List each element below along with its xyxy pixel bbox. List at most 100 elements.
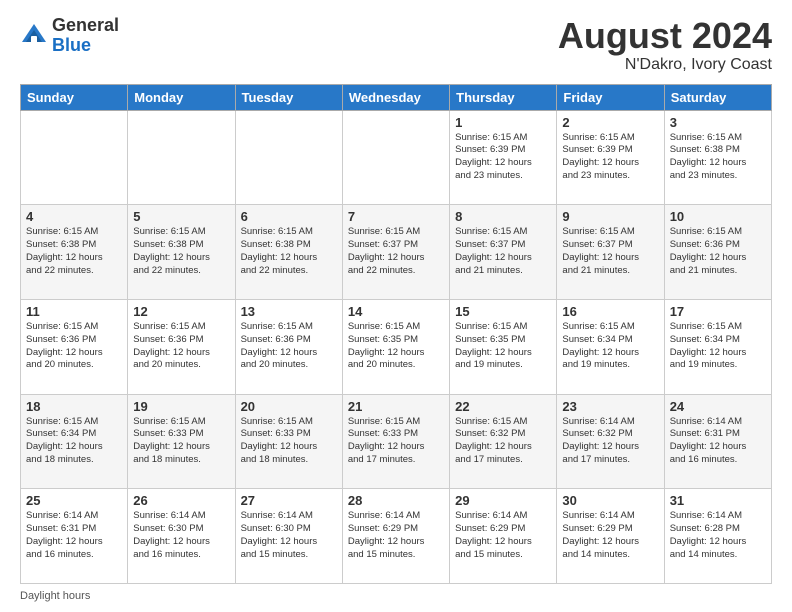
day-number: 27 (241, 493, 337, 508)
day-number: 11 (26, 304, 122, 319)
calendar-cell: 13Sunrise: 6:15 AM Sunset: 6:36 PM Dayli… (235, 299, 342, 394)
col-thursday: Thursday (450, 84, 557, 110)
day-number: 7 (348, 209, 444, 224)
location: N'Dakro, Ivory Coast (558, 56, 772, 74)
header: General Blue August 2024 N'Dakro, Ivory … (20, 16, 772, 74)
day-number: 13 (241, 304, 337, 319)
day-number: 6 (241, 209, 337, 224)
day-detail: Sunrise: 6:15 AM Sunset: 6:38 PM Dayligh… (26, 226, 122, 277)
footer: Daylight hours (20, 590, 772, 602)
day-detail: Sunrise: 6:15 AM Sunset: 6:38 PM Dayligh… (670, 132, 766, 183)
calendar-cell: 18Sunrise: 6:15 AM Sunset: 6:34 PM Dayli… (21, 394, 128, 489)
logo: General Blue (20, 16, 119, 56)
day-detail: Sunrise: 6:15 AM Sunset: 6:34 PM Dayligh… (670, 321, 766, 372)
day-number: 15 (455, 304, 551, 319)
calendar-cell: 20Sunrise: 6:15 AM Sunset: 6:33 PM Dayli… (235, 394, 342, 489)
day-detail: Sunrise: 6:15 AM Sunset: 6:39 PM Dayligh… (455, 132, 551, 183)
day-number: 9 (562, 209, 658, 224)
day-detail: Sunrise: 6:15 AM Sunset: 6:33 PM Dayligh… (348, 416, 444, 467)
calendar-cell: 30 Sunrise: 6:14 AM Sunset: 6:29 PM Dayli… (557, 489, 664, 584)
day-number: 31 (670, 493, 766, 508)
calendar-cell: 10 Sunrise: 6:15 AM Sunset: 6:36 PM Dayli… (664, 205, 771, 300)
calendar-cell: 7 Sunrise: 6:15 AM Sunset: 6:37 PM Daylig… (342, 205, 449, 300)
calendar-cell: 9 Sunrise: 6:15 AM Sunset: 6:37 PM Daylig… (557, 205, 664, 300)
calendar-cell: 2 Sunrise: 6:15 AM Sunset: 6:39 PM Daylig… (557, 110, 664, 205)
page: General Blue August 2024 N'Dakro, Ivory … (0, 0, 792, 612)
day-detail: Sunrise: 6:15 AM Sunset: 6:38 PM Dayligh… (133, 226, 229, 277)
calendar-cell: 6 Sunrise: 6:15 AM Sunset: 6:38 PM Daylig… (235, 205, 342, 300)
col-saturday: Saturday (664, 84, 771, 110)
col-wednesday: Wednesday (342, 84, 449, 110)
col-friday: Friday (557, 84, 664, 110)
month-year: August 2024 (558, 16, 772, 56)
calendar-week-row-1: 1 Sunrise: 6:15 AM Sunset: 6:39 PM Daylig… (21, 110, 772, 205)
calendar-cell: 4Sunrise: 6:15 AM Sunset: 6:38 PM Daylig… (21, 205, 128, 300)
day-number: 26 (133, 493, 229, 508)
col-tuesday: Tuesday (235, 84, 342, 110)
calendar-cell (128, 110, 235, 205)
calendar-cell: 27 Sunrise: 6:14 AM Sunset: 6:30 PM Dayli… (235, 489, 342, 584)
day-detail: Sunrise: 6:15 AM Sunset: 6:38 PM Dayligh… (241, 226, 337, 277)
day-detail: Sunrise: 6:15 AM Sunset: 6:35 PM Dayligh… (348, 321, 444, 372)
calendar-header-row: Sunday Monday Tuesday Wednesday Thursday… (21, 84, 772, 110)
day-detail: Sunrise: 6:15 AM Sunset: 6:39 PM Dayligh… (562, 132, 658, 183)
day-number: 1 (455, 115, 551, 130)
calendar-cell (235, 110, 342, 205)
calendar-week-row-3: 11 Sunrise: 6:15 AM Sunset: 6:36 PM Dayli… (21, 299, 772, 394)
calendar-cell: 14Sunrise: 6:15 AM Sunset: 6:35 PM Dayli… (342, 299, 449, 394)
day-detail: Sunrise: 6:15 AM Sunset: 6:35 PM Dayligh… (455, 321, 551, 372)
calendar-cell: 11 Sunrise: 6:15 AM Sunset: 6:36 PM Dayli… (21, 299, 128, 394)
day-detail: Sunrise: 6:15 AM Sunset: 6:36 PM Dayligh… (133, 321, 229, 372)
calendar-cell: 21 Sunrise: 6:15 AM Sunset: 6:33 PM Dayli… (342, 394, 449, 489)
calendar-cell: 24 Sunrise: 6:14 AM Sunset: 6:31 PM Dayli… (664, 394, 771, 489)
day-detail: Sunrise: 6:15 AM Sunset: 6:37 PM Dayligh… (455, 226, 551, 277)
logo-icon (20, 22, 48, 50)
calendar-cell: 26Sunrise: 6:14 AM Sunset: 6:30 PM Dayli… (128, 489, 235, 584)
day-number: 24 (670, 399, 766, 414)
day-detail: Sunrise: 6:14 AM Sunset: 6:29 PM Dayligh… (348, 510, 444, 561)
calendar-week-row-5: 25 Sunrise: 6:14 AM Sunset: 6:31 PM Dayli… (21, 489, 772, 584)
col-sunday: Sunday (21, 84, 128, 110)
day-detail: Sunrise: 6:15 AM Sunset: 6:36 PM Dayligh… (26, 321, 122, 372)
calendar-cell: 23Sunrise: 6:14 AM Sunset: 6:32 PM Dayli… (557, 394, 664, 489)
title-area: August 2024 N'Dakro, Ivory Coast (558, 16, 772, 74)
calendar-cell: 3 Sunrise: 6:15 AM Sunset: 6:38 PM Daylig… (664, 110, 771, 205)
day-detail: Sunrise: 6:14 AM Sunset: 6:31 PM Dayligh… (26, 510, 122, 561)
day-number: 30 (562, 493, 658, 508)
day-number: 19 (133, 399, 229, 414)
day-detail: Sunrise: 6:14 AM Sunset: 6:29 PM Dayligh… (562, 510, 658, 561)
calendar-cell: 5Sunrise: 6:15 AM Sunset: 6:38 PM Daylig… (128, 205, 235, 300)
calendar-cell (21, 110, 128, 205)
calendar-cell: 31 Sunrise: 6:14 AM Sunset: 6:28 PM Dayli… (664, 489, 771, 584)
day-detail: Sunrise: 6:14 AM Sunset: 6:30 PM Dayligh… (241, 510, 337, 561)
calendar-cell: 12 Sunrise: 6:15 AM Sunset: 6:36 PM Dayli… (128, 299, 235, 394)
day-detail: Sunrise: 6:15 AM Sunset: 6:34 PM Dayligh… (562, 321, 658, 372)
day-detail: Sunrise: 6:15 AM Sunset: 6:37 PM Dayligh… (562, 226, 658, 277)
daylight-label: Daylight hours (20, 590, 90, 602)
day-detail: Sunrise: 6:15 AM Sunset: 6:36 PM Dayligh… (670, 226, 766, 277)
day-number: 2 (562, 115, 658, 130)
calendar-week-row-2: 4Sunrise: 6:15 AM Sunset: 6:38 PM Daylig… (21, 205, 772, 300)
day-detail: Sunrise: 6:14 AM Sunset: 6:31 PM Dayligh… (670, 416, 766, 467)
day-number: 10 (670, 209, 766, 224)
day-detail: Sunrise: 6:14 AM Sunset: 6:28 PM Dayligh… (670, 510, 766, 561)
calendar-cell: 1 Sunrise: 6:15 AM Sunset: 6:39 PM Daylig… (450, 110, 557, 205)
logo-general-text: General (52, 15, 119, 35)
day-detail: Sunrise: 6:15 AM Sunset: 6:37 PM Dayligh… (348, 226, 444, 277)
calendar-cell: 28 Sunrise: 6:14 AM Sunset: 6:29 PM Dayli… (342, 489, 449, 584)
calendar-cell (342, 110, 449, 205)
calendar-week-row-4: 18Sunrise: 6:15 AM Sunset: 6:34 PM Dayli… (21, 394, 772, 489)
day-number: 3 (670, 115, 766, 130)
day-number: 21 (348, 399, 444, 414)
day-number: 12 (133, 304, 229, 319)
day-number: 28 (348, 493, 444, 508)
day-number: 17 (670, 304, 766, 319)
day-number: 20 (241, 399, 337, 414)
day-number: 22 (455, 399, 551, 414)
calendar-cell: 17 Sunrise: 6:15 AM Sunset: 6:34 PM Dayli… (664, 299, 771, 394)
calendar-cell: 19Sunrise: 6:15 AM Sunset: 6:33 PM Dayli… (128, 394, 235, 489)
logo-blue-text: Blue (52, 35, 91, 55)
day-number: 25 (26, 493, 122, 508)
day-number: 16 (562, 304, 658, 319)
calendar-cell: 15 Sunrise: 6:15 AM Sunset: 6:35 PM Dayli… (450, 299, 557, 394)
